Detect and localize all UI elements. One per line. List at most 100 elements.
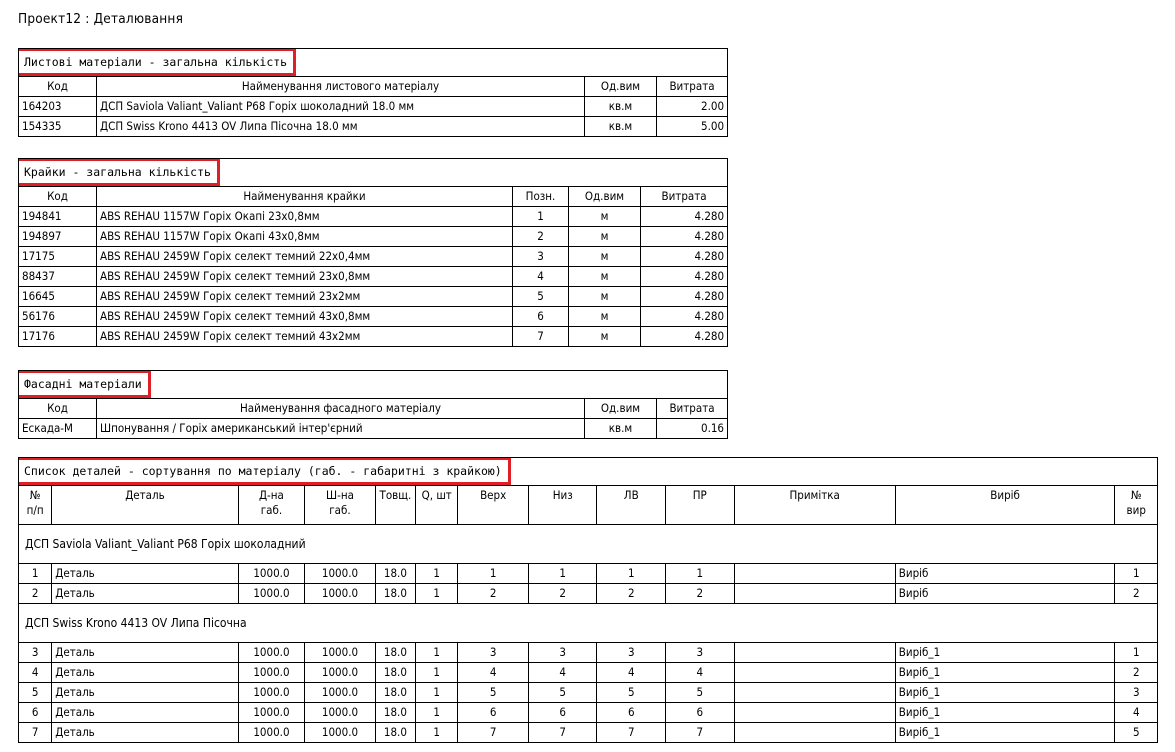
cell-amount: 4.280	[639, 286, 729, 307]
cell-code: 88437	[18, 266, 97, 287]
cell-part: Деталь	[51, 583, 239, 604]
cell-top: 5	[457, 682, 529, 703]
table-row: 5 Деталь 1000.0 1000.0 18.0 1 5 5 5 5 Виріб_1 3	[17, 682, 1158, 703]
cell-right-edge: 4	[665, 662, 735, 683]
cell-name: ABS REHAU 2459W Горіх селект темний 22х0…	[96, 246, 513, 267]
col-header: Код	[18, 186, 97, 207]
cell-right-edge: 3	[665, 642, 735, 663]
cell-index: 7	[17, 722, 53, 743]
cell-name: ABS REHAU 1157W Горіх Окапі 23х0,8мм	[96, 206, 513, 227]
cell-product-no: 4	[1114, 702, 1158, 723]
cell-mark: 7	[512, 326, 569, 347]
table-row: 2 Деталь 1000.0 1000.0 18.0 1 2 2 2 2 Виріб 2	[17, 583, 1158, 604]
cell-width: 1000.0	[304, 662, 376, 683]
col-header: Низ	[527, 485, 598, 525]
cell-mark: 6	[512, 306, 569, 327]
table-row: 6 Деталь 1000.0 1000.0 18.0 1 6 6 6 6 Виріб_1 4	[17, 702, 1158, 723]
material-group-label: ДСП Saviola Valiant_Valiant P68 Горіх шо…	[18, 524, 1158, 564]
cell-left-edge: 5	[596, 682, 666, 703]
cell-top: 7	[457, 722, 529, 743]
cell-top: 6	[457, 702, 529, 723]
cell-part: Деталь	[51, 722, 239, 743]
details-title: Список деталей - сортування по матеріалу…	[19, 458, 511, 485]
cell-code: 17175	[18, 246, 97, 267]
cell-product: Виріб_1	[894, 722, 1116, 743]
table-row: 194841 ABS REHAU 1157W Горіх Окапі 23х0,8…	[18, 206, 729, 227]
col-header: Д-на габ.	[237, 485, 306, 525]
cell-amount: 4.280	[639, 266, 729, 287]
cell-product: Виріб	[894, 583, 1116, 604]
cell-name: ДСП Saviola Valiant_Valiant P68 Горіх шо…	[96, 96, 585, 117]
cell-note	[733, 642, 896, 663]
cell-part: Деталь	[51, 702, 239, 723]
cell-bottom: 4	[527, 662, 598, 683]
cell-product: Виріб_1	[894, 682, 1116, 703]
table-row: Ескада-М Шпонування / Горіх американськи…	[18, 418, 729, 439]
col-header: Найменування крайки	[96, 186, 513, 207]
cell-thickness: 18.0	[374, 662, 417, 683]
cell-note	[733, 662, 896, 683]
cell-thickness: 18.0	[374, 642, 417, 663]
cell-product-no: 3	[1114, 682, 1158, 703]
cell-index: 1	[17, 563, 53, 584]
cell-thickness: 18.0	[374, 583, 417, 604]
cell-product-no: 1	[1114, 642, 1158, 663]
cell-unit: м	[568, 206, 641, 227]
cell-unit: м	[568, 226, 641, 247]
cell-mark: 2	[512, 226, 569, 247]
col-header: Примітка	[733, 485, 896, 525]
col-header: № вир	[1114, 485, 1158, 525]
col-header: Виріб	[894, 485, 1116, 525]
sheet-materials-title: Листові матеріали - загальна кількість	[19, 49, 297, 76]
cell-part: Деталь	[51, 642, 239, 663]
cell-unit: м	[568, 306, 641, 327]
facade-title: Фасадні матеріали	[19, 371, 151, 398]
col-header: Од.вим	[568, 186, 641, 207]
cell-index: 2	[17, 583, 53, 604]
cell-left-edge: 1	[596, 563, 666, 584]
cell-product: Виріб_1	[894, 702, 1116, 723]
cell-top: 1	[457, 563, 529, 584]
cell-bottom: 2	[527, 583, 598, 604]
col-header: ЛВ	[596, 485, 666, 525]
col-header: Ш-на габ.	[304, 485, 376, 525]
table-row: 17176 ABS REHAU 2459W Горіх селект темний…	[18, 326, 729, 347]
cell-amount: 4.280	[639, 226, 729, 247]
col-header: Деталь	[51, 485, 239, 525]
cell-code: 56176	[18, 306, 97, 327]
cell-code: Ескада-М	[18, 418, 97, 439]
material-group-label: ДСП Swiss Krono 4413 OV Липа Пісочна	[18, 603, 1158, 643]
cell-unit: м	[568, 326, 641, 347]
table-row: 194897 ABS REHAU 1157W Горіх Окапі 43х0,8…	[18, 226, 729, 247]
cell-qty: 1	[415, 583, 459, 604]
cell-qty: 1	[415, 642, 459, 663]
cell-length: 1000.0	[237, 722, 306, 743]
cell-mark: 3	[512, 246, 569, 267]
col-header: Найменування фасадного матеріалу	[96, 398, 585, 419]
col-header: Витрата	[639, 186, 729, 207]
cell-amount: 4.280	[639, 206, 729, 227]
cell-qty: 1	[415, 563, 459, 584]
cell-product-no: 2	[1114, 662, 1158, 683]
col-header: Позн.	[512, 186, 569, 207]
cell-name: ABS REHAU 1157W Горіх Окапі 43х0,8мм	[96, 226, 513, 247]
cell-thickness: 18.0	[374, 563, 417, 584]
cell-unit: м	[568, 286, 641, 307]
cell-left-edge: 6	[596, 702, 666, 723]
cell-amount: 4.280	[639, 306, 729, 327]
cell-index: 3	[17, 642, 53, 663]
table-row: 154335 ДСП Swiss Krono 4413 OV Липа Пісо…	[18, 116, 729, 137]
material-group-row: ДСП Saviola Valiant_Valiant P68 Горіх шо…	[18, 524, 1158, 564]
col-header: Од.вим	[584, 398, 657, 419]
table-row: 3 Деталь 1000.0 1000.0 18.0 1 3 3 3 3 Виріб_1 1	[17, 642, 1158, 663]
cell-length: 1000.0	[237, 702, 306, 723]
cell-thickness: 18.0	[374, 722, 417, 743]
cell-product-no: 1	[1114, 563, 1158, 584]
col-header: Q, шт	[415, 485, 459, 525]
col-header: Найменування листового матеріалу	[96, 76, 585, 97]
col-header: Код	[18, 398, 97, 419]
cell-name: ABS REHAU 2459W Горіх селект темний 43х2…	[96, 326, 513, 347]
cell-qty: 1	[415, 682, 459, 703]
col-header: Код	[18, 76, 97, 97]
cell-length: 1000.0	[237, 563, 306, 584]
